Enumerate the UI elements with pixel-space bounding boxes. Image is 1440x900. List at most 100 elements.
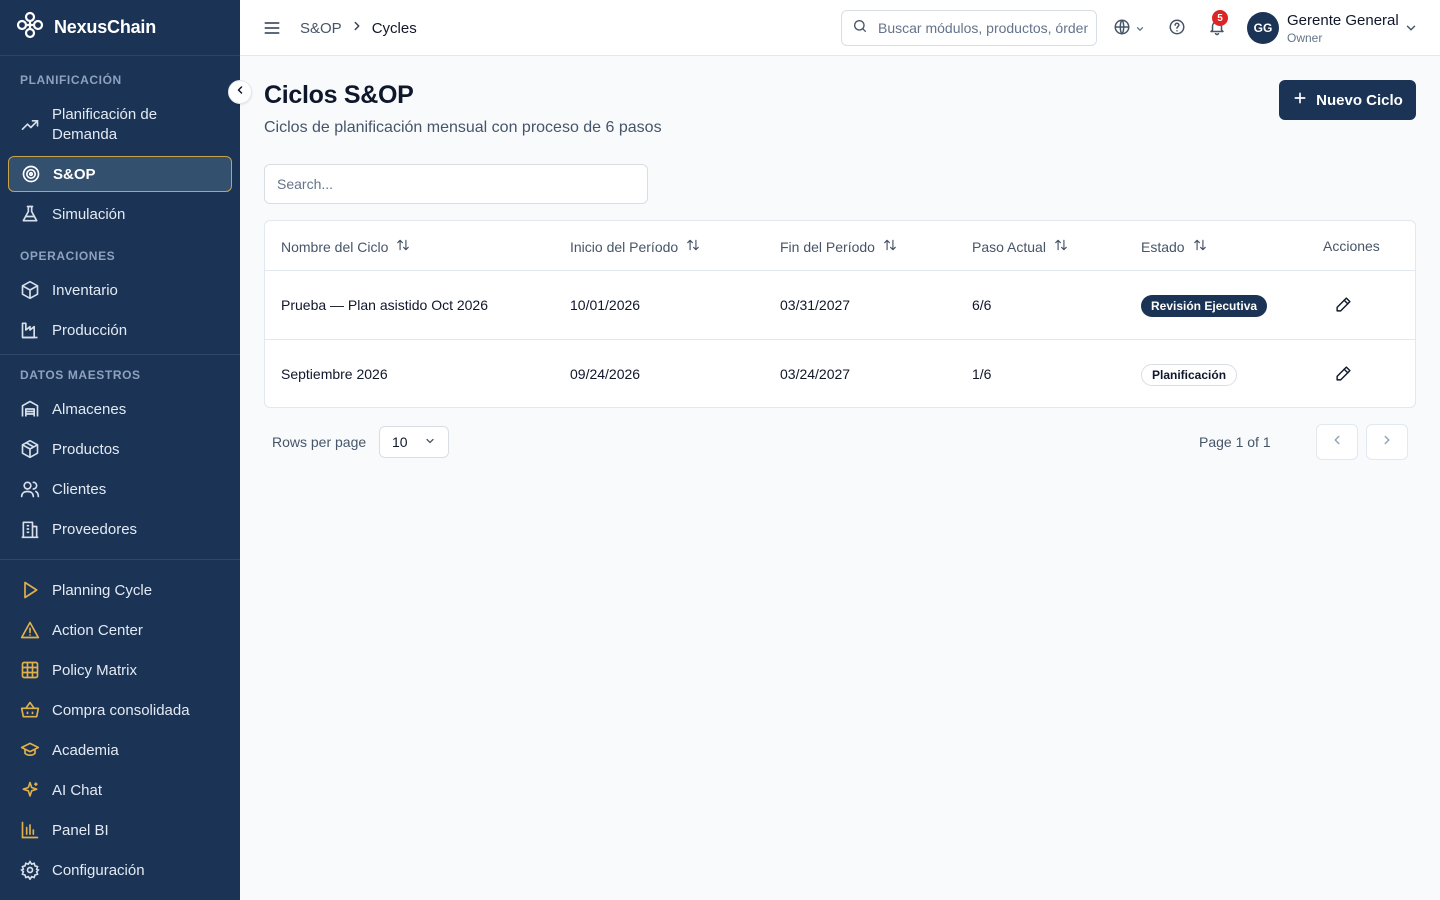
section-title-planificacion: PLANIFICACIÓN [20, 73, 122, 87]
play-icon [20, 580, 40, 600]
sidebar-item-academia[interactable]: Academia [8, 732, 232, 768]
chevron-left-icon [1330, 433, 1344, 452]
warehouse-icon [20, 399, 40, 419]
edit-icon[interactable] [1335, 296, 1352, 318]
new-cycle-label: Nuevo Ciclo [1316, 91, 1403, 109]
sort-icon [686, 238, 700, 255]
table-row[interactable]: Prueba — Plan asistido Oct 2026 10/01/20… [265, 271, 1415, 340]
sidebar-item-produccion[interactable]: Producción [8, 312, 232, 348]
column-header-step[interactable]: Paso Actual [972, 238, 1068, 255]
sidebar-item-panel-bi[interactable]: Panel BI [8, 812, 232, 848]
page-subtitle: Ciclos de planificación mensual con proc… [264, 119, 662, 136]
column-header-start[interactable]: Inicio del Período [570, 238, 700, 255]
box-icon [20, 280, 40, 300]
bar-chart-icon [20, 820, 40, 840]
previous-page-button[interactable] [1316, 424, 1358, 460]
sort-icon [396, 238, 410, 255]
sidebar-item-label: Simulación [52, 205, 126, 223]
sidebar-item-demand-planning[interactable]: Planificación de Demanda [8, 103, 232, 145]
rows-per-page-value: 10 [392, 434, 408, 450]
sidebar-item-label: Planning Cycle [52, 581, 153, 599]
table-search-input[interactable] [277, 176, 627, 192]
new-cycle-button[interactable]: Nuevo Ciclo [1279, 80, 1416, 120]
column-header-label: Paso Actual [972, 238, 1046, 255]
sidebar-item-configuracion[interactable]: Configuración [8, 852, 232, 888]
target-icon [21, 164, 41, 184]
sidebar-item-label: Inventario [52, 281, 118, 299]
table-search[interactable] [264, 164, 648, 204]
avatar[interactable]: GG [1247, 12, 1279, 44]
plus-icon [1292, 90, 1308, 110]
chevron-down-icon [1135, 21, 1145, 39]
notification-badge: 5 [1212, 10, 1228, 26]
cell-end-date: 03/31/2027 [780, 297, 851, 313]
sidebar-item-almacenes[interactable]: Almacenes [8, 391, 232, 427]
rows-per-page-select[interactable]: 10 [379, 426, 449, 458]
alert-triangle-icon [20, 620, 40, 640]
global-search-input[interactable] [878, 20, 1088, 36]
basket-icon [20, 700, 40, 720]
table-row[interactable]: Septiembre 2026 09/24/2026 03/24/2027 1/… [265, 340, 1415, 407]
sparkles-icon [20, 780, 40, 800]
sidebar-item-label: Action Center [52, 621, 143, 639]
sidebar-item-label: Clientes [52, 480, 107, 498]
language-selector[interactable] [1113, 18, 1145, 41]
column-header-actions: Acciones [1323, 238, 1380, 254]
section-title-operaciones: OPERACIONES [20, 249, 116, 263]
sidebar-item-label: AI Chat [52, 781, 103, 799]
sidebar-item-policy-matrix[interactable]: Policy Matrix [8, 652, 232, 688]
help-icon[interactable] [1168, 18, 1186, 36]
cell-start-date: 09/24/2026 [570, 366, 641, 382]
sidebar-item-clientes[interactable]: Clientes [8, 471, 232, 507]
sidebar-item-label: Configuración [52, 861, 145, 879]
sidebar-item-label: Productos [52, 440, 120, 458]
sidebar-item-label: Panel BI [52, 821, 109, 839]
sidebar-item-sop[interactable]: S&OP [8, 156, 232, 192]
grid-icon [20, 660, 40, 680]
factory-icon [20, 320, 40, 340]
sidebar-item-label: Academia [52, 741, 119, 759]
trending-up-icon [20, 115, 40, 135]
next-page-button[interactable] [1366, 424, 1408, 460]
sidebar-item-action-center[interactable]: Action Center [8, 612, 232, 648]
chevron-down-icon[interactable] [1404, 21, 1418, 40]
chevron-down-icon [424, 434, 436, 450]
cycles-table: Nombre del Ciclo Inicio del Período Fin … [264, 220, 1416, 408]
column-header-label: Fin del Período [780, 238, 875, 255]
top-header: S&OP Cycles 5 GG Gerente General Owner [240, 0, 1440, 56]
status-badge: Revisión Ejecutiva [1141, 295, 1268, 317]
search-icon [852, 18, 868, 39]
page-info: Page 1 of 1 [1199, 434, 1271, 450]
sidebar-item-planning-cycle[interactable]: Planning Cycle [8, 572, 232, 608]
sidebar-item-label: Compra consolidada [52, 701, 190, 719]
sort-icon [883, 238, 897, 255]
global-search[interactable] [841, 10, 1097, 46]
sidebar-item-simulacion[interactable]: Simulación [8, 196, 232, 232]
sidebar-item-productos[interactable]: Productos [8, 431, 232, 467]
package-icon [20, 439, 40, 459]
flask-icon [20, 204, 40, 224]
breadcrumb-root[interactable]: S&OP [300, 20, 342, 37]
column-header-name[interactable]: Nombre del Ciclo [281, 238, 410, 255]
sidebar-item-inventario[interactable]: Inventario [8, 272, 232, 308]
logo-icon [16, 11, 44, 44]
column-header-end[interactable]: Fin del Período [780, 238, 897, 255]
users-icon [20, 479, 40, 499]
sidebar: NexusChain PLANIFICACIÓN Planificación d… [0, 0, 240, 900]
sidebar-item-proveedores[interactable]: Proveedores [8, 511, 232, 547]
sidebar-item-ai-chat[interactable]: AI Chat [8, 772, 232, 808]
page-title: Ciclos S&OP [264, 81, 414, 109]
user-name[interactable]: Gerente General [1287, 12, 1399, 29]
edit-icon[interactable] [1335, 365, 1352, 387]
sidebar-collapse-button[interactable] [228, 80, 252, 104]
brand-name: NexusChain [54, 17, 157, 37]
column-header-status[interactable]: Estado [1141, 238, 1207, 255]
cell-cycle-name[interactable]: Prueba — Plan asistido Oct 2026 [281, 297, 488, 313]
rows-per-page-label: Rows per page [272, 434, 367, 450]
user-role: Owner [1287, 31, 1323, 45]
breadcrumb-current: Cycles [371, 19, 417, 37]
brand[interactable]: NexusChain [0, 0, 240, 56]
sidebar-item-compra-consolidada[interactable]: Compra consolidada [8, 692, 232, 728]
menu-icon[interactable] [262, 18, 282, 43]
cell-cycle-name[interactable]: Septiembre 2026 [281, 366, 388, 382]
